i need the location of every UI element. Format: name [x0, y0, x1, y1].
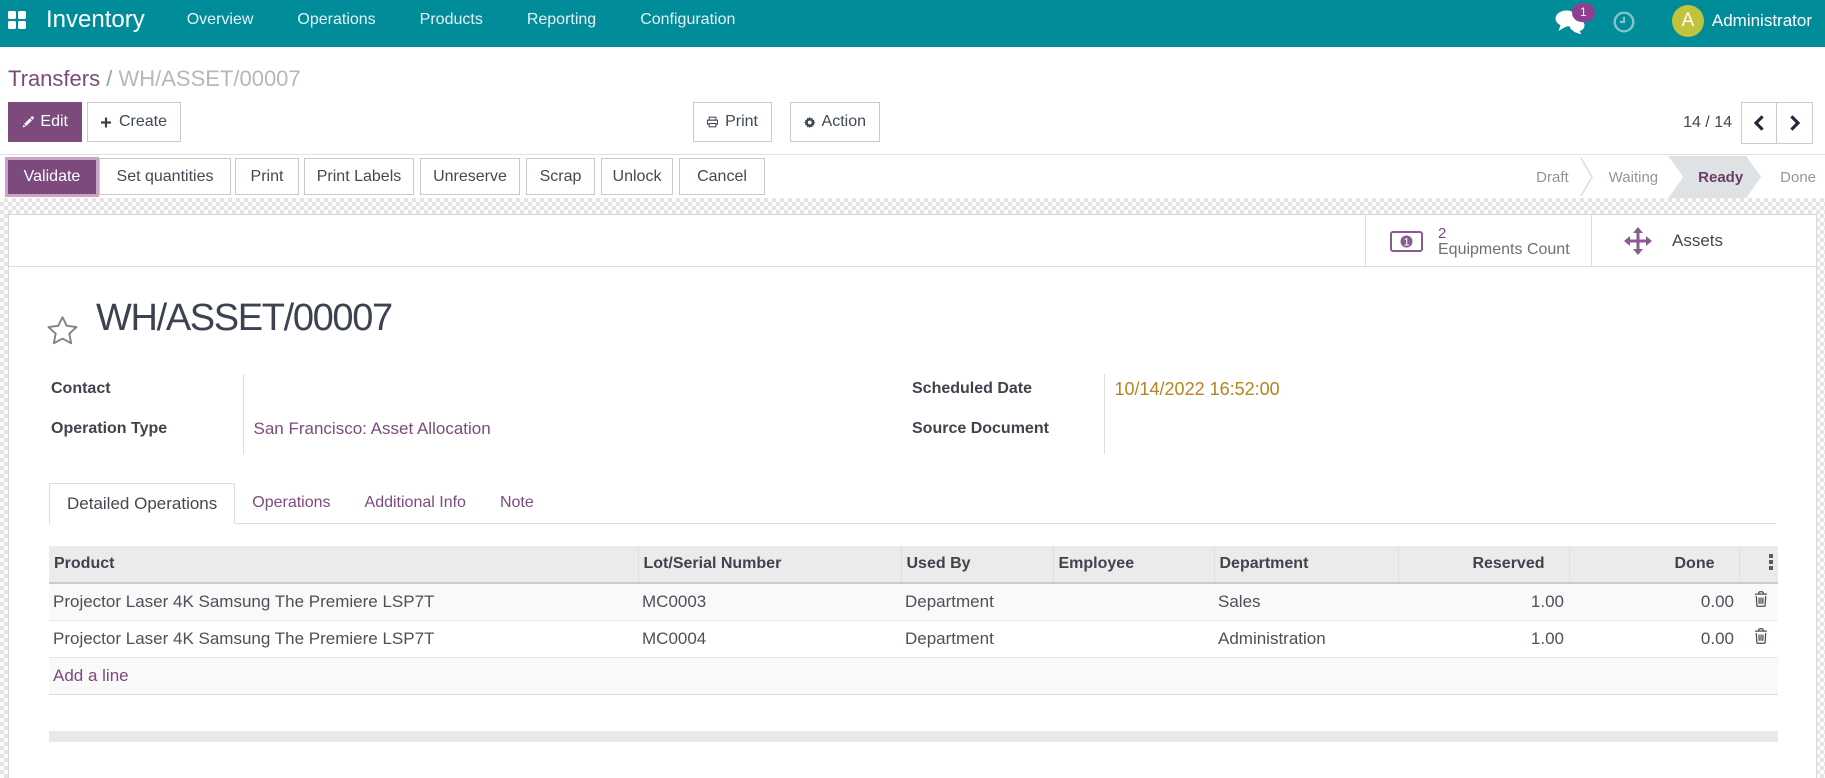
svg-text:1: 1 [1403, 236, 1409, 248]
